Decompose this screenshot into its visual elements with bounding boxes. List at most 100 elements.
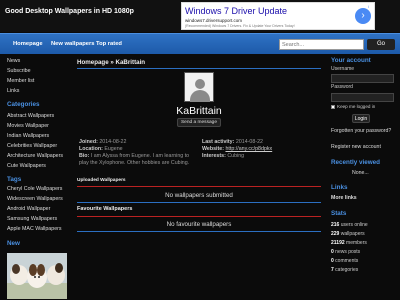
- ad-arrow-icon[interactable]: ›: [355, 8, 371, 24]
- category-item[interactable]: Cute Wallpapers: [7, 163, 46, 169]
- stat-label: comments: [335, 258, 359, 264]
- website-label: Website:: [202, 146, 224, 152]
- bio-row-2: play the Xylophone. Other hobbies are Cu…: [79, 160, 189, 166]
- ad-headline[interactable]: Windows 7 Driver Update: [185, 6, 287, 16]
- category-item[interactable]: Movies Wallpaper: [7, 123, 49, 129]
- category-item[interactable]: Indian Wallpapers: [7, 133, 49, 139]
- tag-item[interactable]: Samsung Wallpapers: [7, 216, 57, 222]
- nav-homepage[interactable]: Homepage: [13, 41, 43, 47]
- bio-value-2: play the Xylophone. Other hobbies are Cu…: [79, 160, 190, 166]
- password-field[interactable]: [331, 93, 394, 102]
- sidebar-link-subscribe[interactable]: Subscribe: [7, 68, 31, 74]
- favourite-heading: Favourite Wallpapers: [77, 206, 133, 212]
- tag-item[interactable]: Android Wallpaper: [7, 206, 50, 212]
- category-item[interactable]: Abstract Wallpapers: [7, 113, 54, 119]
- divider: [77, 186, 321, 187]
- category-item[interactable]: Celebrities Wallpaper: [7, 143, 57, 149]
- stat-number: 0: [331, 249, 334, 255]
- activity-row: Last activity: 2014-08-22: [202, 139, 263, 145]
- stat-row: 7 categories: [331, 267, 358, 273]
- stat-label: news posts: [335, 249, 361, 255]
- recent-none: None...: [352, 170, 369, 176]
- keep-logged-checkbox[interactable]: [331, 105, 335, 109]
- bio-value: I am Alyssa from Eugene. I am learning t…: [90, 153, 190, 159]
- stat-number: 7: [331, 267, 334, 273]
- login-button[interactable]: Login: [352, 114, 370, 123]
- new-wallpaper-thumbnail[interactable]: [7, 253, 67, 299]
- bio-row: Bio: I am Alyssa from Eugene. I am learn…: [79, 153, 189, 159]
- favourite-empty-message: No favourite wallpapers: [166, 221, 232, 228]
- categories-heading: Categories: [7, 101, 40, 108]
- stat-number: 0: [331, 258, 334, 264]
- puppies-image: [7, 253, 67, 299]
- nav-top-rated[interactable]: Top rated: [96, 41, 122, 47]
- bio-label: Bio:: [79, 153, 90, 159]
- right-sidebar: Your account Username Password Keep me l…: [324, 55, 400, 300]
- links-heading: Links: [331, 184, 348, 191]
- tag-item[interactable]: Apple MAC Wallpapers: [7, 226, 62, 232]
- uploaded-empty-message: No wallpapers submitted: [165, 192, 233, 199]
- more-links-link[interactable]: More links: [331, 195, 357, 201]
- website-row: Website: http://any.cc/p8dpkx: [202, 146, 272, 152]
- interests-value: Cubing: [227, 153, 245, 159]
- stat-label: wallpapers: [340, 231, 365, 237]
- account-heading: Your account: [331, 57, 371, 64]
- nav-new-wallpapers[interactable]: New wallpapers: [51, 41, 95, 47]
- stat-label: users online: [340, 222, 368, 228]
- forgot-password-link[interactable]: Forgotten your password?: [331, 128, 391, 134]
- location-row: Location: Eugene: [79, 146, 123, 152]
- breadcrumb[interactable]: Homepage » KaBrittain: [77, 59, 145, 66]
- stat-label: categories: [335, 267, 359, 273]
- sidebar-link-links[interactable]: Links: [7, 88, 19, 94]
- sidebar-link-member-list[interactable]: Member list: [7, 78, 34, 84]
- interests-row: Interests: Cubing: [202, 153, 244, 159]
- stat-row: 0 comments: [331, 258, 358, 264]
- stat-row: 216 users online: [331, 222, 368, 228]
- keep-logged-label: Keep me logged in: [337, 104, 376, 109]
- stat-row: 21192 members: [331, 240, 367, 246]
- tag-item[interactable]: Widescreen Wallpapers: [7, 196, 63, 202]
- ad-url[interactable]: windows7.driversupport.com: [185, 18, 242, 23]
- main-nav: Homepage New wallpapers Top rated Go: [0, 33, 400, 54]
- divider: [77, 68, 321, 69]
- new-heading: New: [7, 240, 20, 247]
- website-link[interactable]: http://any.cc/p8dpkx: [225, 146, 272, 152]
- username-label: Username: [331, 66, 355, 72]
- username-field[interactable]: [331, 74, 394, 83]
- interests-label: Interests:: [202, 153, 226, 159]
- stat-number: 229: [331, 231, 340, 237]
- site-header: Good Desktop Wallpapers in HD 1080p Wind…: [0, 0, 400, 32]
- avatar-head-icon: [195, 79, 205, 89]
- location-value: Eugene: [104, 146, 123, 152]
- main-content: Homepage » KaBrittain KaBrittain Send a …: [77, 55, 321, 300]
- category-item[interactable]: Architecture Wallpapers: [7, 153, 63, 159]
- divider: [77, 202, 321, 203]
- stats-heading: Stats: [331, 210, 347, 217]
- stat-row: 0 news posts: [331, 249, 360, 255]
- register-link[interactable]: Register new account: [331, 144, 381, 150]
- joined-label: Joined:: [79, 139, 98, 145]
- activity-label: Last activity:: [202, 139, 235, 145]
- recent-heading: Recently viewed: [331, 159, 380, 166]
- joined-row: Joined: 2014-08-22: [79, 139, 126, 145]
- send-message-button[interactable]: Send a message: [177, 118, 221, 127]
- search-button[interactable]: Go: [367, 39, 395, 50]
- uploaded-heading: Uploaded Wallpapers: [77, 178, 126, 183]
- location-label: Location:: [79, 146, 103, 152]
- password-label: Password: [331, 84, 353, 90]
- ad-banner[interactable]: Windows 7 Driver Update windows7.drivers…: [181, 2, 375, 30]
- divider: [77, 216, 321, 217]
- stat-label: members: [346, 240, 367, 246]
- stat-row: 229 wallpapers: [331, 231, 365, 237]
- user-avatar: [184, 72, 214, 102]
- site-title[interactable]: Good Desktop Wallpapers in HD 1080p: [5, 8, 134, 15]
- stat-number: 21192: [331, 240, 345, 246]
- ad-info-icon[interactable]: i: [368, 4, 373, 9]
- tag-item[interactable]: Cheryl Cole Wallpapers: [7, 186, 62, 192]
- sidebar-link-news[interactable]: News: [7, 58, 20, 64]
- avatar-body-icon: [190, 90, 210, 102]
- search-input[interactable]: [279, 39, 364, 50]
- tags-heading: Tags: [7, 176, 22, 183]
- activity-value: 2014-08-22: [235, 139, 263, 145]
- stat-number: 216: [331, 222, 340, 228]
